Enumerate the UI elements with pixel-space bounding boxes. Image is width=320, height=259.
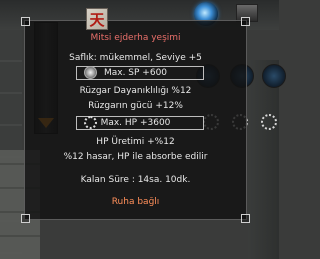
stat-absorb: %12 hasar, HP ile absorbe edilir	[63, 152, 208, 162]
remaining-time: Kalan Süre : 14sa. 10dk.	[80, 175, 191, 185]
tooltip-corner	[21, 17, 30, 26]
tooltip-corner	[21, 214, 30, 223]
item-quality: Saflık: mükemmel, Seviye +5	[69, 53, 202, 63]
jade-stone-icon: 天	[86, 8, 108, 30]
stat-sp: Max. SP +600	[103, 68, 168, 78]
tooltip-corner	[241, 214, 250, 223]
soulbound-label: Ruha bağlı	[111, 197, 160, 207]
game-right-panel	[248, 60, 279, 259]
gear-slot-icon[interactable]	[261, 114, 277, 130]
equipment-slot-icon[interactable]	[262, 64, 286, 88]
tooltip-corner	[241, 17, 250, 26]
stat-hp: Max. HP +3600	[100, 118, 171, 128]
stat-wind-resist: Rüzgar Dayanıklılığı %12	[79, 86, 192, 96]
stat-wind-power: Rüzgarın gücü +12%	[88, 101, 183, 111]
stat-hp-regen: HP Üretimi +%12	[96, 137, 175, 147]
item-name: Mitsi ejderha yeşimi	[90, 33, 181, 43]
